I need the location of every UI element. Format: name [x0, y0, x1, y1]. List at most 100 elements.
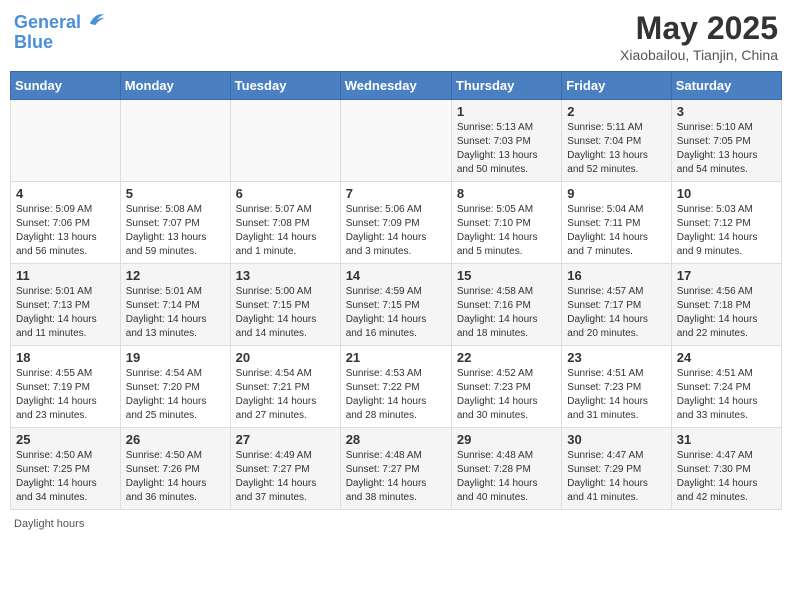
day-number: 9 [567, 186, 665, 201]
day-info: Sunrise: 4:49 AM Sunset: 7:27 PM Dayligh… [236, 449, 335, 505]
calendar-week-row: 4Sunrise: 5:09 AM Sunset: 7:06 PM Daylig… [11, 182, 782, 264]
day-number: 11 [16, 268, 115, 283]
calendar-cell: 21 Sunrise: 4:53 AM Sunset: 7:22 PM Dayli… [340, 346, 451, 428]
calendar-cell: 5 Sunrise: 5:08 AM Sunset: 7:07 PM Daylig… [120, 182, 230, 264]
day-number: 25 [16, 432, 115, 447]
logo-bird-icon [88, 10, 106, 28]
calendar-header-row: SundayMondayTuesdayWednesdayThursdayFrid… [11, 72, 782, 100]
calendar-cell: 25 Sunrise: 4:50 AM Sunset: 7:25 PM Dayli… [11, 428, 121, 510]
weekday-header-tuesday: Tuesday [230, 72, 340, 100]
weekday-header-wednesday: Wednesday [340, 72, 451, 100]
calendar-cell: 17Sunrise: 4:56 AM Sunset: 7:18 PM Dayli… [671, 264, 781, 346]
logo-text-blue: Blue [14, 33, 106, 53]
calendar-cell: 7Sunrise: 5:06 AM Sunset: 7:09 PM Daylig… [340, 182, 451, 264]
day-info: Sunrise: 5:04 AM Sunset: 7:11 PM Dayligh… [567, 203, 665, 259]
day-number: 18 [16, 350, 115, 365]
logo-text: General [14, 10, 106, 33]
weekday-header-monday: Monday [120, 72, 230, 100]
day-info: Sunrise: 5:07 AM Sunset: 7:08 PM Dayligh… [236, 203, 335, 259]
day-info: Sunrise: 4:55 AM Sunset: 7:19 PM Dayligh… [16, 367, 115, 423]
day-info: Sunrise: 5:00 AM Sunset: 7:15 PM Dayligh… [236, 285, 335, 341]
day-info: Sunrise: 4:47 AM Sunset: 7:29 PM Dayligh… [567, 449, 665, 505]
day-number: 8 [457, 186, 556, 201]
calendar-cell: 1 Sunrise: 5:13 AM Sunset: 7:03 PM Daylig… [451, 100, 561, 182]
day-number: 3 [677, 104, 776, 119]
day-number: 6 [236, 186, 335, 201]
weekday-header-sunday: Sunday [11, 72, 121, 100]
day-number: 14 [346, 268, 446, 283]
day-number: 31 [677, 432, 776, 447]
calendar-cell: 27 Sunrise: 4:49 AM Sunset: 7:27 PM Dayli… [230, 428, 340, 510]
day-info: Sunrise: 5:01 AM Sunset: 7:13 PM Dayligh… [16, 285, 115, 341]
calendar-week-row: 1 Sunrise: 5:13 AM Sunset: 7:03 PM Daylig… [11, 100, 782, 182]
day-info: Sunrise: 5:13 AM Sunset: 7:03 PM Dayligh… [457, 121, 556, 177]
day-number: 22 [457, 350, 556, 365]
calendar-week-row: 11 Sunrise: 5:01 AM Sunset: 7:13 PM Dayli… [11, 264, 782, 346]
logo: General Blue [14, 10, 106, 53]
title-block: May 2025 Xiaobailou, Tianjin, China [620, 10, 778, 63]
calendar-cell: 31 Sunrise: 4:47 AM Sunset: 7:30 PM Dayli… [671, 428, 781, 510]
day-info: Sunrise: 5:08 AM Sunset: 7:07 PM Dayligh… [126, 203, 225, 259]
calendar-cell: 14 Sunrise: 4:59 AM Sunset: 7:15 PM Dayli… [340, 264, 451, 346]
day-info: Sunrise: 4:54 AM Sunset: 7:21 PM Dayligh… [236, 367, 335, 423]
calendar-cell: 16 Sunrise: 4:57 AM Sunset: 7:17 PM Dayli… [562, 264, 671, 346]
calendar-cell: 2 Sunrise: 5:11 AM Sunset: 7:04 PM Daylig… [562, 100, 671, 182]
day-number: 2 [567, 104, 665, 119]
day-info: Sunrise: 4:50 AM Sunset: 7:26 PM Dayligh… [126, 449, 225, 505]
subtitle: Xiaobailou, Tianjin, China [620, 47, 778, 63]
calendar-week-row: 25 Sunrise: 4:50 AM Sunset: 7:25 PM Dayli… [11, 428, 782, 510]
calendar-week-row: 18 Sunrise: 4:55 AM Sunset: 7:19 PM Dayli… [11, 346, 782, 428]
day-number: 10 [677, 186, 776, 201]
weekday-header-thursday: Thursday [451, 72, 561, 100]
page-header: General Blue May 2025 Xiaobailou, Tianji… [10, 10, 782, 63]
day-number: 20 [236, 350, 335, 365]
day-info: Sunrise: 5:11 AM Sunset: 7:04 PM Dayligh… [567, 121, 665, 177]
calendar-cell [11, 100, 121, 182]
day-number: 24 [677, 350, 776, 365]
weekday-header-saturday: Saturday [671, 72, 781, 100]
calendar-cell: 12 Sunrise: 5:01 AM Sunset: 7:14 PM Dayli… [120, 264, 230, 346]
calendar-cell: 6 Sunrise: 5:07 AM Sunset: 7:08 PM Daylig… [230, 182, 340, 264]
day-number: 5 [126, 186, 225, 201]
day-info: Sunrise: 4:57 AM Sunset: 7:17 PM Dayligh… [567, 285, 665, 341]
day-number: 12 [126, 268, 225, 283]
calendar-cell: 22Sunrise: 4:52 AM Sunset: 7:23 PM Dayli… [451, 346, 561, 428]
calendar-cell: 15Sunrise: 4:58 AM Sunset: 7:16 PM Dayli… [451, 264, 561, 346]
calendar-cell: 10Sunrise: 5:03 AM Sunset: 7:12 PM Dayli… [671, 182, 781, 264]
calendar-cell: 20 Sunrise: 4:54 AM Sunset: 7:21 PM Dayli… [230, 346, 340, 428]
day-number: 21 [346, 350, 446, 365]
day-info: Sunrise: 5:10 AM Sunset: 7:05 PM Dayligh… [677, 121, 776, 177]
day-number: 19 [126, 350, 225, 365]
day-number: 13 [236, 268, 335, 283]
day-number: 1 [457, 104, 556, 119]
calendar-cell: 8 Sunrise: 5:05 AM Sunset: 7:10 PM Daylig… [451, 182, 561, 264]
calendar-cell: 11 Sunrise: 5:01 AM Sunset: 7:13 PM Dayli… [11, 264, 121, 346]
day-info: Sunrise: 4:59 AM Sunset: 7:15 PM Dayligh… [346, 285, 446, 341]
day-info: Sunrise: 5:09 AM Sunset: 7:06 PM Dayligh… [16, 203, 115, 259]
day-info: Sunrise: 4:48 AM Sunset: 7:27 PM Dayligh… [346, 449, 446, 505]
day-number: 30 [567, 432, 665, 447]
calendar-cell: 18 Sunrise: 4:55 AM Sunset: 7:19 PM Dayli… [11, 346, 121, 428]
calendar-cell: 29 Sunrise: 4:48 AM Sunset: 7:28 PM Dayli… [451, 428, 561, 510]
day-info: Sunrise: 5:01 AM Sunset: 7:14 PM Dayligh… [126, 285, 225, 341]
day-info: Sunrise: 4:51 AM Sunset: 7:23 PM Dayligh… [567, 367, 665, 423]
calendar-table: SundayMondayTuesdayWednesdayThursdayFrid… [10, 71, 782, 510]
day-info: Sunrise: 4:48 AM Sunset: 7:28 PM Dayligh… [457, 449, 556, 505]
day-number: 7 [346, 186, 446, 201]
day-number: 27 [236, 432, 335, 447]
day-info: Sunrise: 4:50 AM Sunset: 7:25 PM Dayligh… [16, 449, 115, 505]
calendar-cell: 3 Sunrise: 5:10 AM Sunset: 7:05 PM Daylig… [671, 100, 781, 182]
calendar-cell: 9 Sunrise: 5:04 AM Sunset: 7:11 PM Daylig… [562, 182, 671, 264]
calendar-cell: 30 Sunrise: 4:47 AM Sunset: 7:29 PM Dayli… [562, 428, 671, 510]
calendar-cell: 13 Sunrise: 5:00 AM Sunset: 7:15 PM Dayli… [230, 264, 340, 346]
calendar-cell: 26Sunrise: 4:50 AM Sunset: 7:26 PM Dayli… [120, 428, 230, 510]
day-info: Sunrise: 4:47 AM Sunset: 7:30 PM Dayligh… [677, 449, 776, 505]
day-number: 29 [457, 432, 556, 447]
calendar-cell [120, 100, 230, 182]
weekday-header-friday: Friday [562, 72, 671, 100]
calendar-cell: 19Sunrise: 4:54 AM Sunset: 7:20 PM Dayli… [120, 346, 230, 428]
day-info: Sunrise: 5:05 AM Sunset: 7:10 PM Dayligh… [457, 203, 556, 259]
calendar-cell [230, 100, 340, 182]
day-info: Sunrise: 4:53 AM Sunset: 7:22 PM Dayligh… [346, 367, 446, 423]
day-number: 16 [567, 268, 665, 283]
